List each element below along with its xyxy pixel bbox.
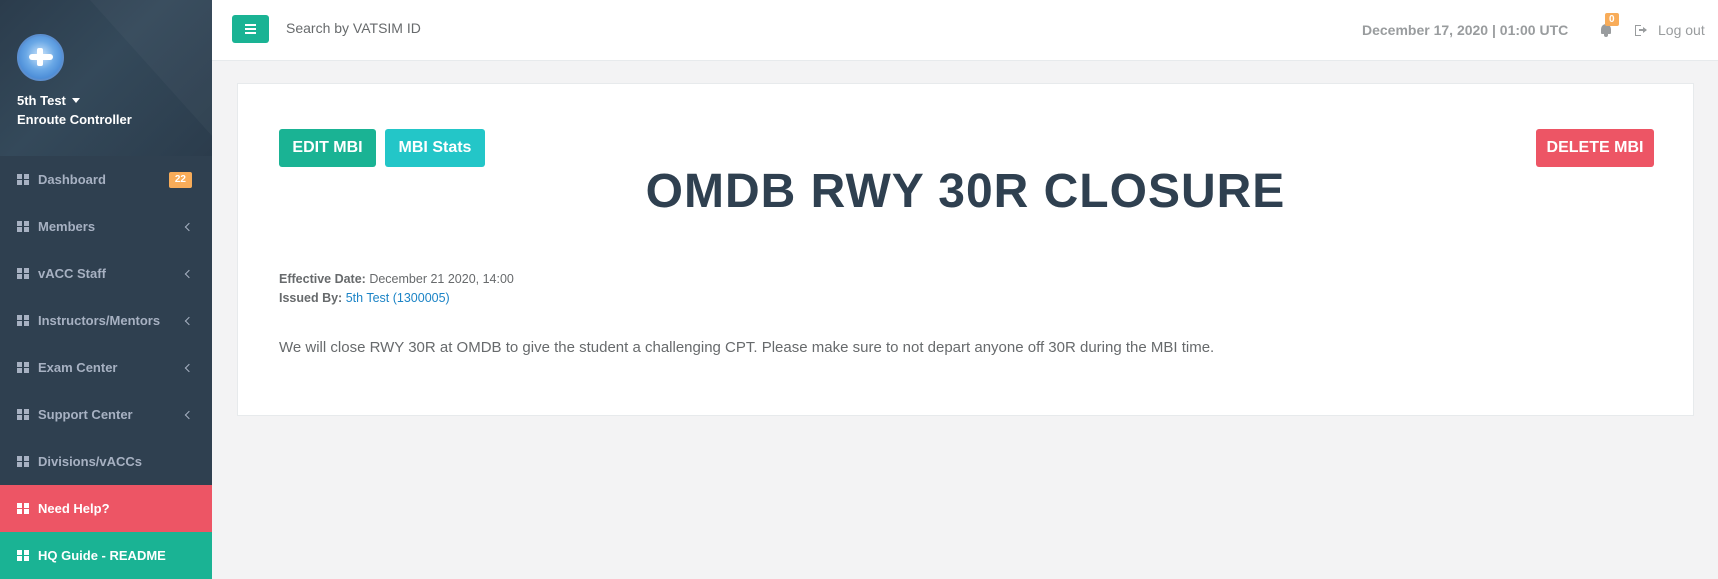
effective-date-label: Effective Date: [279,272,366,286]
mbi-panel: EDIT MBI MBI Stats DELETE MBI OMDB RWY 3… [237,83,1694,416]
sidebar-item-exam-center[interactable]: Exam Center [0,344,212,391]
sidebar-item-label: vACC Staff [38,266,106,281]
search-input[interactable]: Search by VATSIM ID [286,20,421,36]
th-large-icon [17,550,29,561]
edit-mbi-button[interactable]: EDIT MBI [279,129,376,167]
th-large-icon [17,362,29,373]
th-large-icon [17,221,29,232]
current-datetime: December 17, 2020 | 01:00 UTC [1362,22,1569,38]
sidebar-item-vacc-staff[interactable]: vACC Staff [0,250,212,297]
th-large-icon [17,268,29,279]
sidebar-item-label: Need Help? [38,501,110,516]
sidebar-item-divisions-vaccs[interactable]: Divisions/vACCs [0,438,212,485]
sidebar-item-support-center[interactable]: Support Center [0,391,212,438]
mbi-description: We will close RWY 30R at OMDB to give th… [279,339,1215,356]
sign-out-icon [1635,25,1647,36]
th-large-icon [17,456,29,467]
issued-by-link[interactable]: 5th Test (1300005) [346,291,450,305]
profile-name: 5th Test [17,93,66,108]
issued-by-label: Issued By: [279,291,343,305]
th-large-icon [17,409,29,420]
dashboard-badge: 22 [168,172,192,188]
sidebar-item-label: Instructors/Mentors [38,313,161,328]
th-large-icon [17,174,29,185]
chevron-left-icon [184,410,194,419]
chevron-left-icon [184,269,194,278]
page-title: OMDB RWY 30R CLOSURE [645,165,1286,218]
sidebar-item-label: Members [38,219,96,234]
chevron-left-icon [184,222,194,231]
sidebar-item-instructors-mentors[interactable]: Instructors/Mentors [0,297,212,344]
sidebar-item-need-help[interactable]: Need Help? [0,485,212,532]
chevron-left-icon [184,363,194,372]
notification-badge: 0 [1605,13,1619,26]
hamburger-icon [245,24,256,26]
sidebar-item-hq-guide[interactable]: HQ Guide - README [0,532,212,579]
top-navbar: Search by VATSIM ID December 17, 2020 | … [212,0,1718,61]
effective-date: Effective Date: December 21 2020, 14:00 [279,272,514,286]
sidebar-item-label: Exam Center [38,360,118,375]
sidebar: 5th Test Enroute Controller Dashboard 22… [0,0,212,579]
delete-mbi-button[interactable]: DELETE MBI [1536,129,1654,167]
caret-down-icon [71,98,80,103]
sidebar-item-members[interactable]: Members [0,203,212,250]
mbi-stats-button[interactable]: MBI Stats [385,129,485,167]
sidebar-item-label: HQ Guide - README [38,548,166,563]
profile-section: 5th Test Enroute Controller [0,0,212,156]
effective-date-value: December 21 2020, 14:00 [369,272,514,286]
th-large-icon [17,503,29,514]
chevron-left-icon [184,316,194,325]
menu-toggle-button[interactable] [232,15,269,43]
sidebar-item-label: Dashboard [38,172,106,187]
avatar[interactable] [17,34,64,81]
sidebar-item-label: Support Center [38,407,133,422]
sidebar-item-dashboard[interactable]: Dashboard 22 [0,156,212,203]
issued-by: Issued By: 5th Test (1300005) [279,291,450,305]
sidebar-item-label: Divisions/vACCs [38,454,143,469]
logout-link[interactable]: Log out [1658,22,1705,38]
th-large-icon [17,315,29,326]
